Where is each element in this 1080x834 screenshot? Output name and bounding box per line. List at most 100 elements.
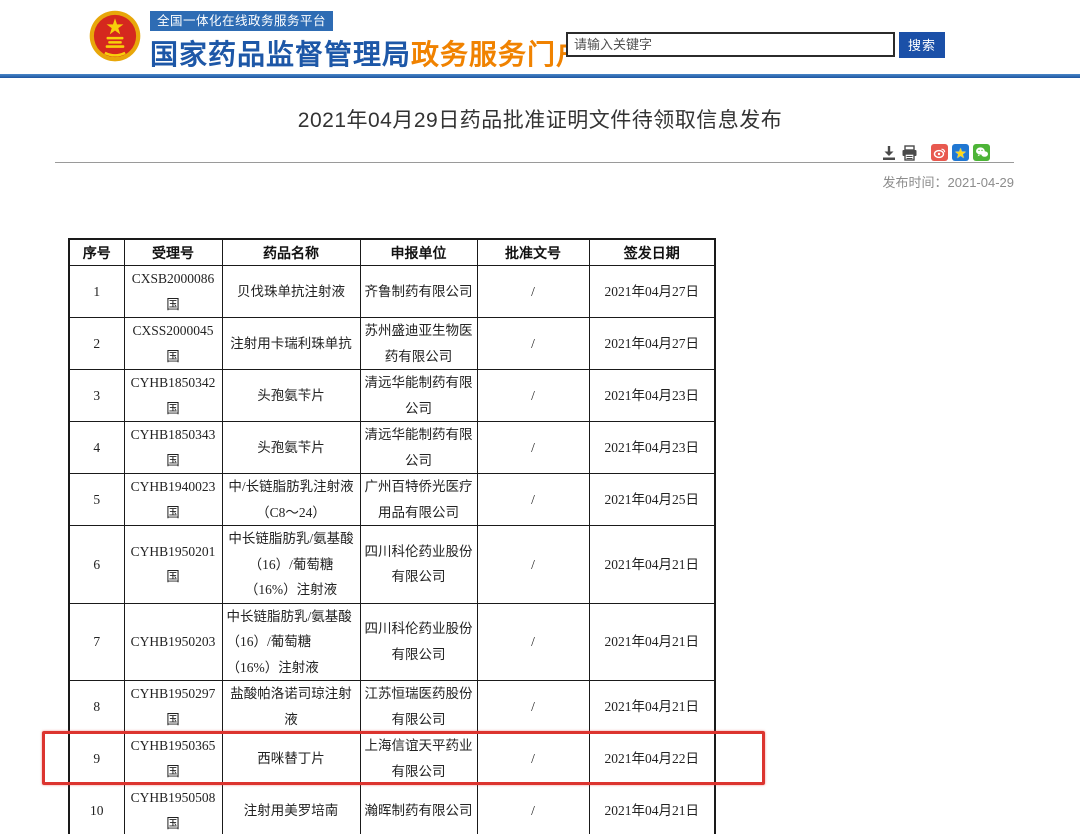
cell-drug-name: 中长链脂肪乳/氨基酸（16）/葡萄糖（16%）注射液 xyxy=(222,603,360,681)
table-row: 10CYHB1950508国注射用美罗培南瀚晖制药有限公司/2021年04月21… xyxy=(69,785,715,834)
table-body: 1CXSB2000086国贝伐珠单抗注射液齐鲁制药有限公司/2021年04月27… xyxy=(69,266,715,834)
cell-drug-name: 注射用卡瑞利珠单抗 xyxy=(222,318,360,370)
cell-issue-date: 2021年04月21日 xyxy=(589,785,715,834)
cell-approval-no: / xyxy=(477,603,589,681)
cell-applicant: 上海信谊天平药业有限公司 xyxy=(360,733,477,785)
cell-approval-no: / xyxy=(477,785,589,834)
cell-drug-name: 头孢氨苄片 xyxy=(222,422,360,474)
table-row: 2CXSS2000045国注射用卡瑞利珠单抗苏州盛迪亚生物医药有限公司/2021… xyxy=(69,318,715,370)
cell-serial: 1 xyxy=(69,266,124,318)
table-row: 4CYHB1850343国头孢氨苄片清远华能制药有限公司/2021年04月23日 xyxy=(69,422,715,474)
page: 全国一体化在线政务服务平台 国家药品监督管理局政务服务门户 搜索 2021年04… xyxy=(0,0,1080,834)
table-row: 3CYHB1850342国头孢氨苄片清远华能制药有限公司/2021年04月23日 xyxy=(69,370,715,422)
cell-acceptance-no: CYHB1950203 xyxy=(124,603,222,681)
header-divider xyxy=(0,74,1080,78)
cell-acceptance-no: CYHB1950201国 xyxy=(124,526,222,604)
column-header: 申报单位 xyxy=(360,239,477,266)
cell-acceptance-no: CYHB1950365国 xyxy=(124,733,222,785)
page-title: 2021年04月29日药品批准证明文件待领取信息发布 xyxy=(0,104,1080,134)
cell-issue-date: 2021年04月21日 xyxy=(589,603,715,681)
platform-badge: 全国一体化在线政务服务平台 xyxy=(150,11,333,31)
title-separator xyxy=(55,162,1014,163)
weibo-share-icon[interactable] xyxy=(931,144,948,161)
column-header: 受理号 xyxy=(124,239,222,266)
wechat-share-icon[interactable] xyxy=(973,144,990,161)
cell-acceptance-no: CYHB1850342国 xyxy=(124,370,222,422)
cell-issue-date: 2021年04月27日 xyxy=(589,266,715,318)
cell-approval-no: / xyxy=(477,681,589,733)
cell-drug-name: 盐酸帕洛诺司琼注射液 xyxy=(222,681,360,733)
cell-acceptance-no: CYHB1950297国 xyxy=(124,681,222,733)
search-area: 搜索 xyxy=(566,31,945,58)
cell-applicant: 清远华能制药有限公司 xyxy=(360,422,477,474)
cell-applicant: 江苏恒瑞医药股份有限公司 xyxy=(360,681,477,733)
cell-serial: 5 xyxy=(69,474,124,526)
cell-serial: 3 xyxy=(69,370,124,422)
cell-serial: 9 xyxy=(69,733,124,785)
column-header: 序号 xyxy=(69,239,124,266)
cell-drug-name: 头孢氨苄片 xyxy=(222,370,360,422)
table-row: 5CYHB1940023国中/长链脂肪乳注射液（C8～24）广州百特侨光医疗用品… xyxy=(69,474,715,526)
cell-applicant: 四川科伦药业股份有限公司 xyxy=(360,526,477,604)
brand-block: 全国一体化在线政务服务平台 国家药品监督管理局政务服务门户 xyxy=(150,11,585,73)
print-icon[interactable] xyxy=(901,144,918,161)
cell-approval-no: / xyxy=(477,474,589,526)
table-row: 8CYHB1950297国盐酸帕洛诺司琼注射液江苏恒瑞医药股份有限公司/2021… xyxy=(69,681,715,733)
cell-acceptance-no: CYHB1940023国 xyxy=(124,474,222,526)
download-icon[interactable] xyxy=(880,144,897,161)
site-header: 全国一体化在线政务服务平台 国家药品监督管理局政务服务门户 搜索 xyxy=(0,0,1080,74)
cell-serial: 4 xyxy=(69,422,124,474)
cell-serial: 6 xyxy=(69,526,124,604)
cell-approval-no: / xyxy=(477,422,589,474)
cell-acceptance-no: CYHB1850343国 xyxy=(124,422,222,474)
cell-drug-name: 注射用美罗培南 xyxy=(222,785,360,834)
site-title-primary: 国家药品监督管理局 xyxy=(150,39,411,70)
star-glyph: ★ xyxy=(954,146,967,160)
cell-issue-date: 2021年04月21日 xyxy=(589,681,715,733)
cell-acceptance-no: CYHB1950508国 xyxy=(124,785,222,834)
column-header: 药品名称 xyxy=(222,239,360,266)
cell-issue-date: 2021年04月25日 xyxy=(589,474,715,526)
search-input[interactable] xyxy=(566,32,895,57)
publish-time: 发布时间：2021-04-29 xyxy=(55,172,1014,191)
cell-applicant: 四川科伦药业股份有限公司 xyxy=(360,603,477,681)
cell-serial: 10 xyxy=(69,785,124,834)
cell-drug-name: 西咪替丁片 xyxy=(222,733,360,785)
search-button[interactable]: 搜索 xyxy=(899,32,945,58)
cell-acceptance-no: CXSB2000086国 xyxy=(124,266,222,318)
site-title-secondary: 政务服务门户 xyxy=(411,39,585,70)
cell-applicant: 广州百特侨光医疗用品有限公司 xyxy=(360,474,477,526)
cell-serial: 7 xyxy=(69,603,124,681)
cell-issue-date: 2021年04月23日 xyxy=(589,422,715,474)
cell-applicant: 苏州盛迪亚生物医药有限公司 xyxy=(360,318,477,370)
cell-applicant: 齐鲁制药有限公司 xyxy=(360,266,477,318)
cell-issue-date: 2021年04月27日 xyxy=(589,318,715,370)
cell-approval-no: / xyxy=(477,266,589,318)
site-title: 国家药品监督管理局政务服务门户 xyxy=(150,33,585,73)
table-row: 1CXSB2000086国贝伐珠单抗注射液齐鲁制药有限公司/2021年04月27… xyxy=(69,266,715,318)
national-emblem-logo[interactable] xyxy=(88,9,142,63)
cell-applicant: 清远华能制药有限公司 xyxy=(360,370,477,422)
cell-serial: 2 xyxy=(69,318,124,370)
cell-approval-no: / xyxy=(477,733,589,785)
table-row: 6CYHB1950201国中长链脂肪乳/氨基酸（16）/葡萄糖（16%）注射液四… xyxy=(69,526,715,604)
cell-approval-no: / xyxy=(477,526,589,604)
article-toolbar: ★ xyxy=(880,143,1000,162)
cell-issue-date: 2021年04月22日 xyxy=(589,733,715,785)
column-header: 签发日期 xyxy=(589,239,715,266)
table-wrapper: 序号受理号药品名称申报单位批准文号签发日期 1CXSB2000086国贝伐珠单抗… xyxy=(68,238,714,834)
cell-applicant: 瀚晖制药有限公司 xyxy=(360,785,477,834)
favorite-share-icon[interactable]: ★ xyxy=(952,144,969,161)
cell-drug-name: 中长链脂肪乳/氨基酸（16）/葡萄糖（16%）注射液 xyxy=(222,526,360,604)
national-emblem-icon xyxy=(88,9,142,63)
cell-acceptance-no: CXSS2000045国 xyxy=(124,318,222,370)
cell-approval-no: / xyxy=(477,370,589,422)
table-row: 9CYHB1950365国西咪替丁片上海信谊天平药业有限公司/2021年04月2… xyxy=(69,733,715,785)
cell-serial: 8 xyxy=(69,681,124,733)
cell-drug-name: 中/长链脂肪乳注射液（C8～24） xyxy=(222,474,360,526)
cell-issue-date: 2021年04月23日 xyxy=(589,370,715,422)
cell-drug-name: 贝伐珠单抗注射液 xyxy=(222,266,360,318)
cell-approval-no: / xyxy=(477,318,589,370)
cell-issue-date: 2021年04月21日 xyxy=(589,526,715,604)
table-header-row: 序号受理号药品名称申报单位批准文号签发日期 xyxy=(69,239,715,266)
